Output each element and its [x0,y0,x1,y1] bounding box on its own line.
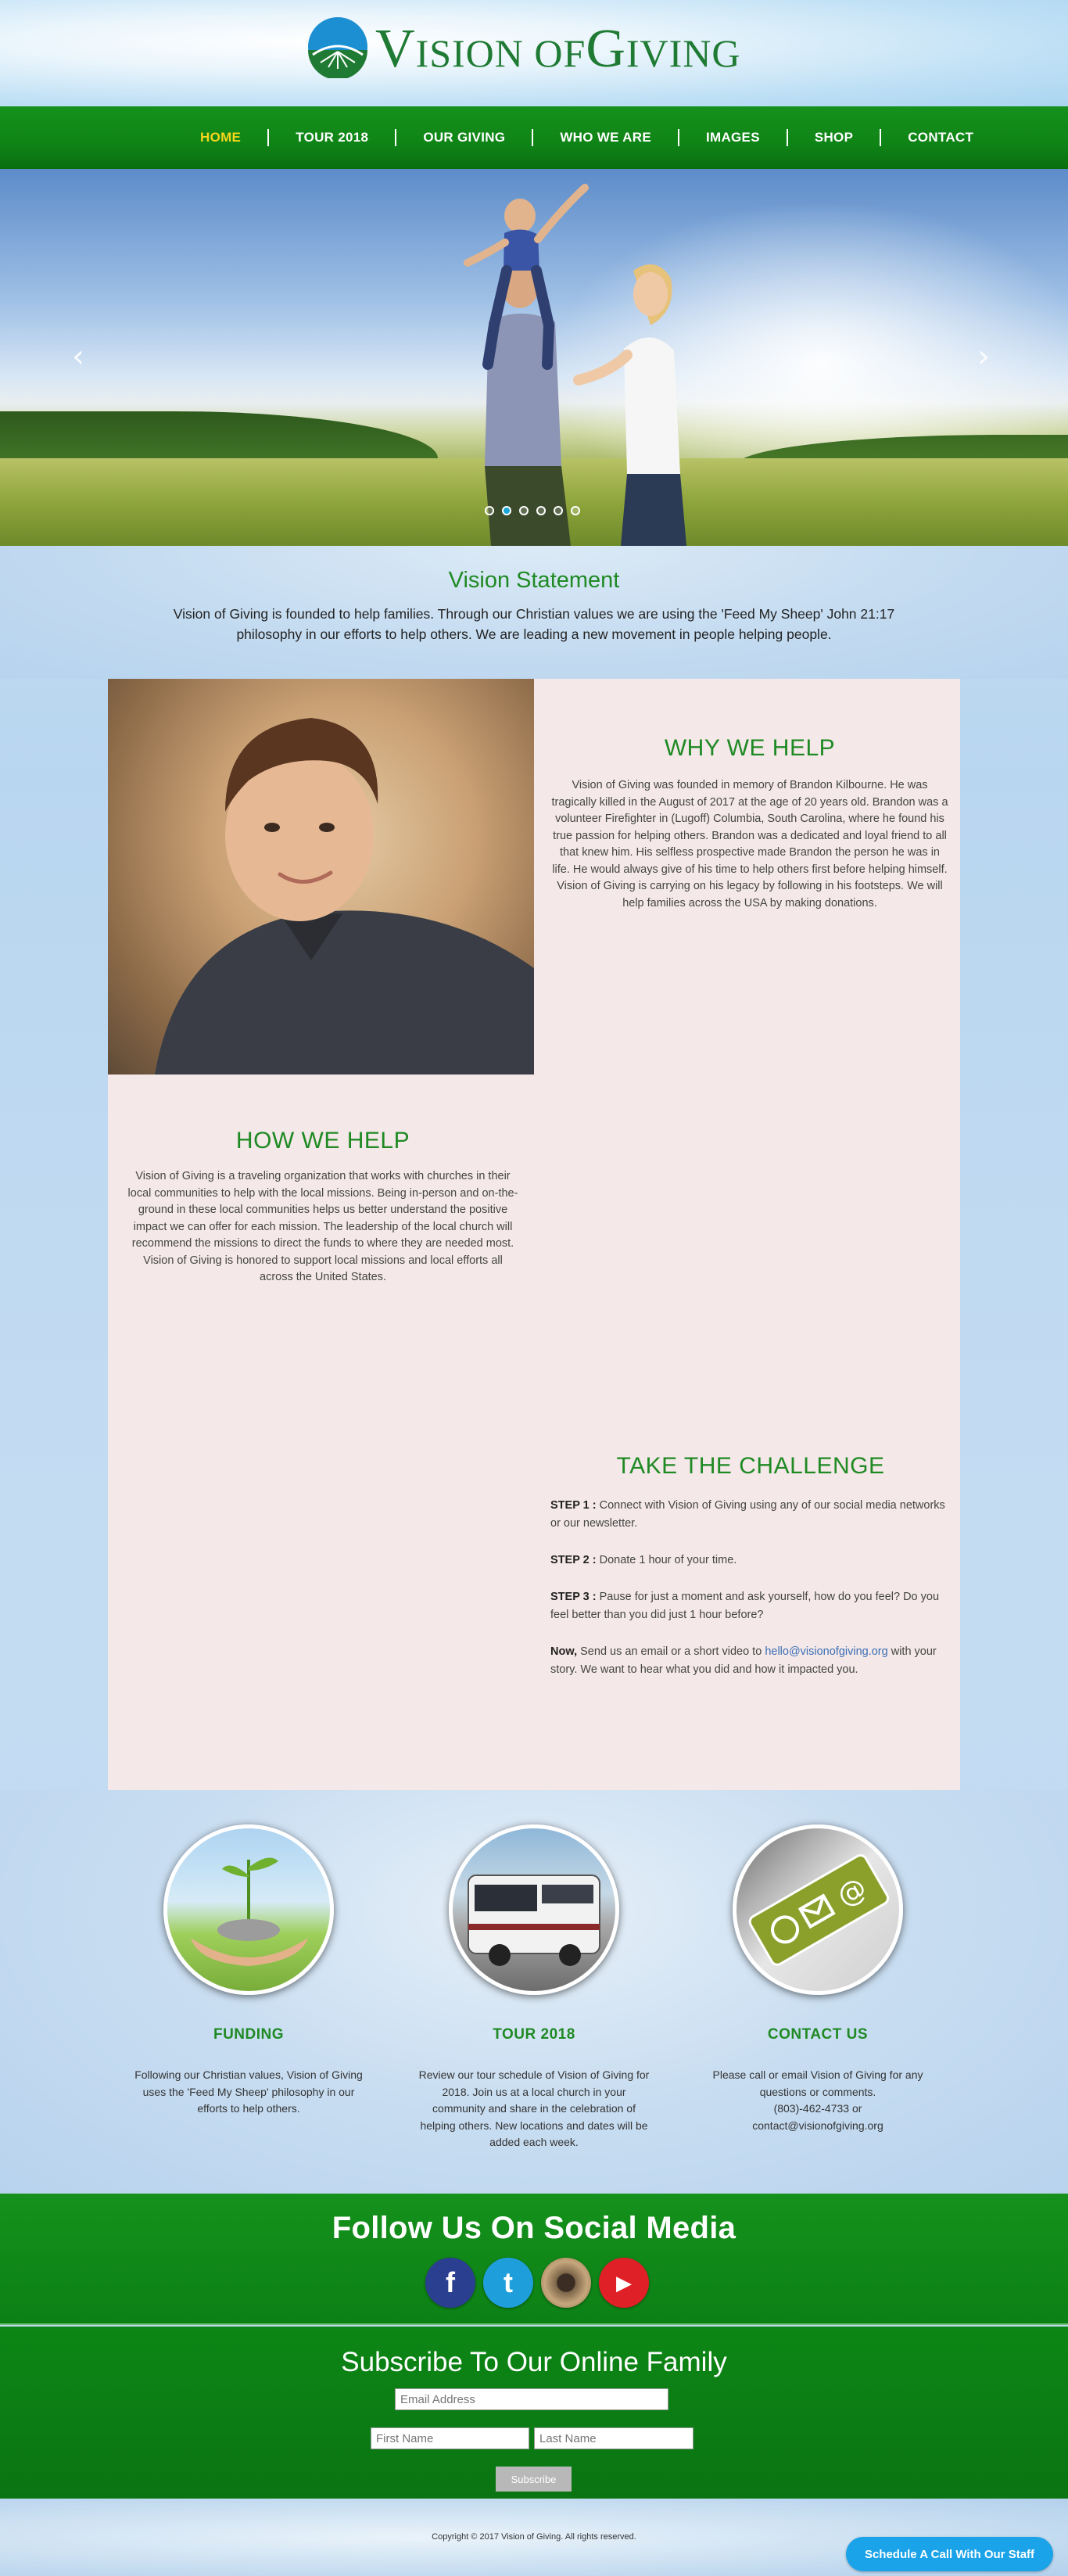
how-we-help-block: HOW WE HELP Vision of Giving is a travel… [125,1128,521,1286]
subscribe-section: Subscribe To Our Online Family Subscribe [0,2327,1068,2499]
slider-dot[interactable] [554,506,563,515]
facebook-icon[interactable]: f [425,2258,475,2308]
challenge-now: Now, Send us an email or a short video t… [550,1645,937,1676]
brandon-portrait-photo [108,679,534,1075]
feature-contact: @ CONTACT US Please call or email Vision… [701,1824,935,2134]
why-we-help-body: Vision of Giving was founded in memory o… [551,779,948,909]
main-nav: HOME TOUR 2018 OUR GIVING WHO WE ARE IMA… [0,106,1068,169]
schedule-call-button[interactable]: Schedule A Call With Our Staff [846,2537,1053,2571]
vision-statement-section: Vision Statement Vision of Giving is fou… [0,546,1068,679]
first-name-field[interactable] [371,2427,529,2449]
site-logo[interactable]: VISION OFGIVING [306,14,768,84]
subscribe-title: Subscribe To Our Online Family [341,2347,727,2377]
youtube-icon[interactable]: ▶ [599,2258,649,2308]
contact-phone[interactable]: (803)-462-4733 or [774,2102,862,2115]
logo-sunrise-icon [308,17,367,78]
nav-shop[interactable]: SHOP [788,130,880,145]
feature-tour-body: Review our tour schedule of Vision of Gi… [418,2068,650,2148]
social-media-section: Follow Us On Social Media f t ▶ [0,2194,1068,2325]
challenge-step-1: STEP 1 : Connect with Vision of Giving u… [550,1499,945,1530]
vision-title: Vision Statement [448,568,620,593]
slider-dot[interactable] [519,506,529,515]
feature-funding: FUNDING Following our Christian values, … [131,1824,366,2118]
slider-next-arrow-icon[interactable]: › [977,341,996,372]
feature-tour: TOUR 2018 Review our tour schedule of Vi… [417,1824,651,2151]
feature-funding-body: Following our Christian values, Vision o… [134,2068,363,2115]
slider-dot[interactable] [485,506,494,515]
vision-body: Vision of Giving is founded to help fami… [173,606,895,642]
social-title: Follow Us On Social Media [332,2211,736,2245]
logo-wordmark: VISION OFGIVING [375,19,741,79]
why-we-help-title: WHY WE HELP [664,735,836,761]
challenge-step-3: STEP 3 : Pause for just a moment and ask… [550,1591,940,1621]
challenge-email-link[interactable]: hello@visionofgiving.org [765,1645,887,1658]
site-header: VISION OFGIVING [0,0,1068,106]
take-the-challenge-block: TAKE THE CHALLENGE STEP 1 : Connect with… [550,1453,951,1698]
instagram-icon[interactable] [541,2258,591,2308]
slider-dot[interactable] [571,506,580,515]
contact-keyboard-image[interactable]: @ [733,1824,903,1995]
contact-email[interactable]: contact@visionofgiving.org [752,2119,883,2132]
mission-panel: WHY WE HELP Vision of Giving was founded… [108,679,960,1790]
nav-our-giving[interactable]: OUR GIVING [396,130,532,145]
site-footer: Copyright © 2017 Vision of Giving. All r… [0,2499,1068,2576]
nav-contact[interactable]: CONTACT [881,130,1000,145]
nav-home[interactable]: HOME [174,130,267,145]
subscribe-button[interactable]: Subscribe [496,2467,572,2492]
email-field[interactable] [395,2388,668,2410]
tour-bus-image[interactable] [449,1824,619,1995]
nav-who-we-are[interactable]: WHO WE ARE [533,130,678,145]
tour-bus-icon [468,1875,600,1966]
social-icons: f t ▶ [425,2258,649,2308]
feature-tour-title: TOUR 2018 [493,2026,575,2043]
hands-coins-icon [191,1857,308,1966]
slider-dot[interactable] [536,506,546,515]
slider-pagination [485,506,580,515]
hero-slider: ‹ › [0,169,1068,546]
feature-contact-title: CONTACT US [767,2026,869,2043]
contact-key-icon: @ [748,1853,890,1966]
features-section: FUNDING Following our Christian values, … [0,1790,1068,2194]
slider-dot-active[interactable] [502,506,511,515]
nav-tour-2018[interactable]: TOUR 2018 [269,130,395,145]
feature-funding-title: FUNDING [213,2026,285,2043]
challenge-title: TAKE THE CHALLENGE [616,1453,885,1479]
how-we-help-title: HOW WE HELP [235,1128,410,1153]
funding-coins-image[interactable] [163,1824,334,1995]
hero-family-photo [464,184,686,546]
feature-contact-body: Please call or email Vision of Giving fo… [712,2068,923,2132]
how-we-help-body: Vision of Giving is a traveling organiza… [127,1170,518,1283]
slider-prev-arrow-icon[interactable]: ‹ [72,341,91,372]
portrait-illustration [155,718,534,1075]
nav-images[interactable]: IMAGES [679,130,787,145]
tree-line [0,411,438,458]
challenge-step-2: STEP 2 : Donate 1 hour of your time. [550,1554,737,1566]
why-we-help-block: WHY WE HELP Vision of Giving was founded… [550,735,949,912]
last-name-field[interactable] [534,2427,693,2449]
twitter-icon[interactable]: t [483,2258,533,2308]
